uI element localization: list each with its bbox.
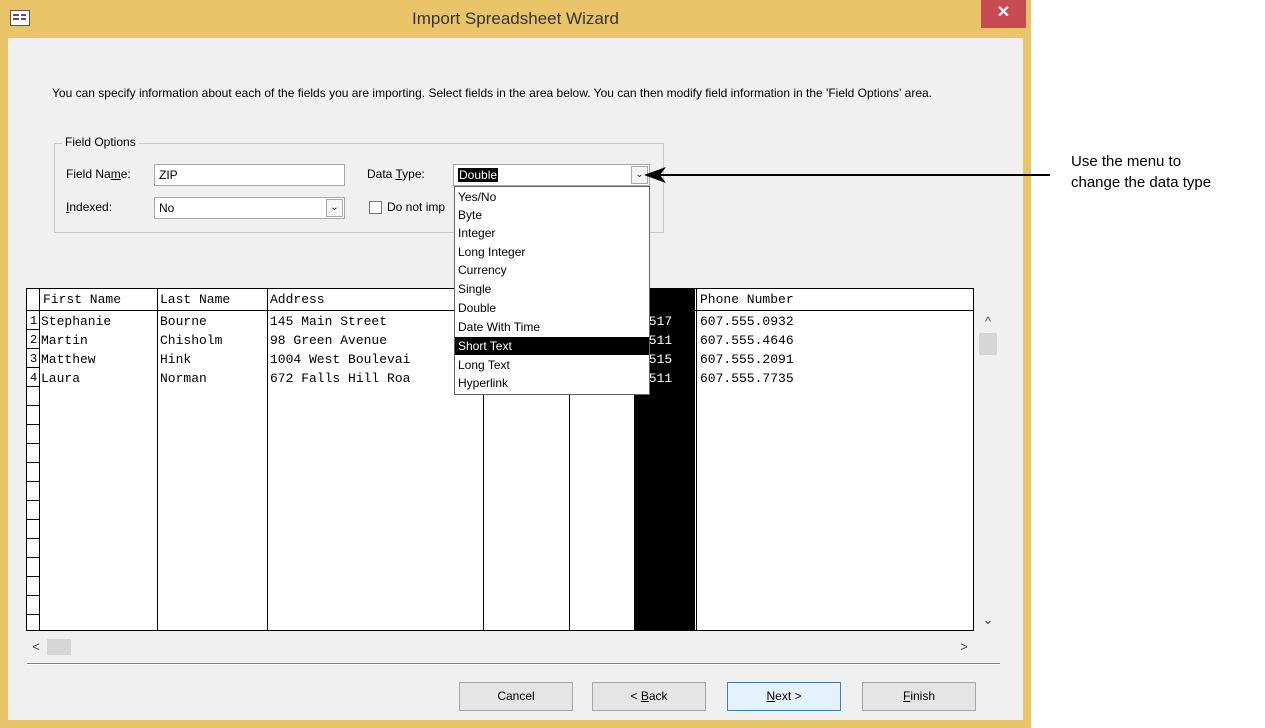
- chevron-down-icon[interactable]: ⌄: [326, 199, 343, 217]
- row-tick: [27, 557, 39, 558]
- vertical-scrollbar[interactable]: [976, 310, 1000, 631]
- row-tick: [27, 386, 39, 387]
- row-tick: [27, 367, 39, 368]
- dropdown-option-hyperlink[interactable]: Hyperlink: [455, 374, 649, 392]
- grid-line: [39, 289, 40, 630]
- table-cell: Laura: [41, 371, 81, 386]
- row-tick: [27, 576, 39, 577]
- data-type-value: Double: [458, 168, 499, 182]
- table-cell: Norman: [160, 371, 207, 386]
- column-header[interactable]: Last Name: [160, 290, 267, 309]
- table-cell: Matthew: [41, 352, 96, 367]
- horizontal-scroll-thumb[interactable]: [47, 639, 71, 655]
- grid-line: [696, 289, 697, 630]
- table-cell: Stephanie: [41, 314, 112, 329]
- row-tick: [27, 614, 39, 615]
- dropdown-option-integer[interactable]: Integer: [455, 224, 649, 242]
- callout-arrow: [644, 167, 1050, 183]
- indexed-label: Indexed:: [66, 200, 113, 214]
- row-tick: [27, 443, 39, 444]
- row-tick: [27, 329, 39, 330]
- column-header[interactable]: Address: [270, 290, 480, 309]
- next-button[interactable]: Next >: [727, 682, 841, 711]
- row-tick: [27, 519, 39, 520]
- horizontal-scrollbar[interactable]: [26, 634, 974, 656]
- table-cell: 607.555.0932: [700, 314, 794, 329]
- dropdown-option-double[interactable]: Double: [455, 299, 649, 317]
- row-tick: [27, 500, 39, 501]
- row-tick: [27, 538, 39, 539]
- grid-line: [157, 289, 158, 630]
- row-tick: [27, 348, 39, 349]
- data-type-select[interactable]: Double: [453, 164, 650, 186]
- field-name-input[interactable]: ZIP: [154, 164, 345, 186]
- do-not-import-checkbox[interactable]: [369, 201, 382, 214]
- intro-text: You can specify information about each o…: [52, 86, 932, 100]
- field-name-label: Field Name:: [66, 167, 131, 181]
- table-cell: 98 Green Avenue: [270, 333, 388, 348]
- row-tick: [27, 405, 39, 406]
- dropdown-option-short-text[interactable]: Short Text: [455, 337, 649, 355]
- table-cell: Hink: [160, 352, 192, 367]
- row-number: 1: [30, 314, 38, 328]
- grid-line: [267, 289, 268, 630]
- column-header[interactable]: Phone Number: [700, 290, 900, 309]
- table-cell: 607.555.7735: [700, 371, 794, 386]
- data-type-label: Data Type:: [367, 167, 425, 181]
- finish-button[interactable]: Finish: [862, 682, 976, 711]
- row-number: 2: [30, 333, 38, 347]
- field-options-label: Field Options: [62, 135, 139, 149]
- dropdown-option-long-integer[interactable]: Long Integer: [455, 243, 649, 261]
- table-cell: Chisholm: [160, 333, 223, 348]
- table-cell: 672 Falls Hill Roa: [270, 371, 411, 386]
- table-cell: Bourne: [160, 314, 207, 329]
- row-tick: [27, 595, 39, 596]
- callout-line-1: Use the menu to: [1071, 153, 1182, 170]
- scroll-up-arrow-icon[interactable]: ^: [982, 314, 994, 329]
- scroll-down-arrow-icon[interactable]: ⌄: [982, 612, 994, 628]
- dropdown-option-yes-no[interactable]: Yes/No: [455, 188, 649, 206]
- dropdown-option-single[interactable]: Single: [455, 280, 649, 298]
- table-cell: 607.555.2091: [700, 352, 794, 367]
- row-tick: [27, 424, 39, 425]
- row-number: 3: [30, 352, 38, 366]
- row-number: 4: [30, 371, 38, 385]
- dropdown-option-currency[interactable]: Currency: [455, 261, 649, 279]
- vertical-scroll-thumb[interactable]: [979, 333, 997, 355]
- data-type-dropdown-list[interactable]: Yes/No Byte Integer Long Integer Currenc…: [454, 186, 650, 395]
- table-cell: 1004 West Boulevai: [270, 352, 411, 367]
- column-header[interactable]: First Name: [43, 290, 157, 309]
- row-tick: [27, 462, 39, 463]
- column-header-zip[interactable]: IP: [647, 290, 695, 309]
- button-separator: [27, 663, 1000, 664]
- dropdown-option-long-text[interactable]: Long Text: [455, 356, 649, 374]
- do-not-import-label: Do not imp: [387, 200, 446, 214]
- table-cell: 607.555.4646: [700, 333, 794, 348]
- close-button[interactable]: ✕: [981, 0, 1026, 28]
- table-cell: Martin: [41, 333, 88, 348]
- table-cell: 145 Main Street: [270, 314, 388, 329]
- back-button[interactable]: < Back: [592, 682, 706, 711]
- cancel-button[interactable]: Cancel: [459, 682, 573, 711]
- dropdown-option-date-with-time[interactable]: Date With Time: [455, 318, 649, 336]
- callout-line-2: change the data type: [1071, 174, 1212, 191]
- indexed-select[interactable]: No: [154, 197, 345, 219]
- callout-text: Use the menu to change the data type: [1071, 151, 1211, 193]
- dropdown-option-byte[interactable]: Byte: [455, 206, 649, 224]
- scroll-left-arrow-icon[interactable]: <: [30, 639, 42, 654]
- row-tick: [27, 481, 39, 482]
- scroll-right-arrow-icon[interactable]: >: [958, 639, 970, 654]
- window-title: Import Spreadsheet Wizard: [412, 9, 619, 28]
